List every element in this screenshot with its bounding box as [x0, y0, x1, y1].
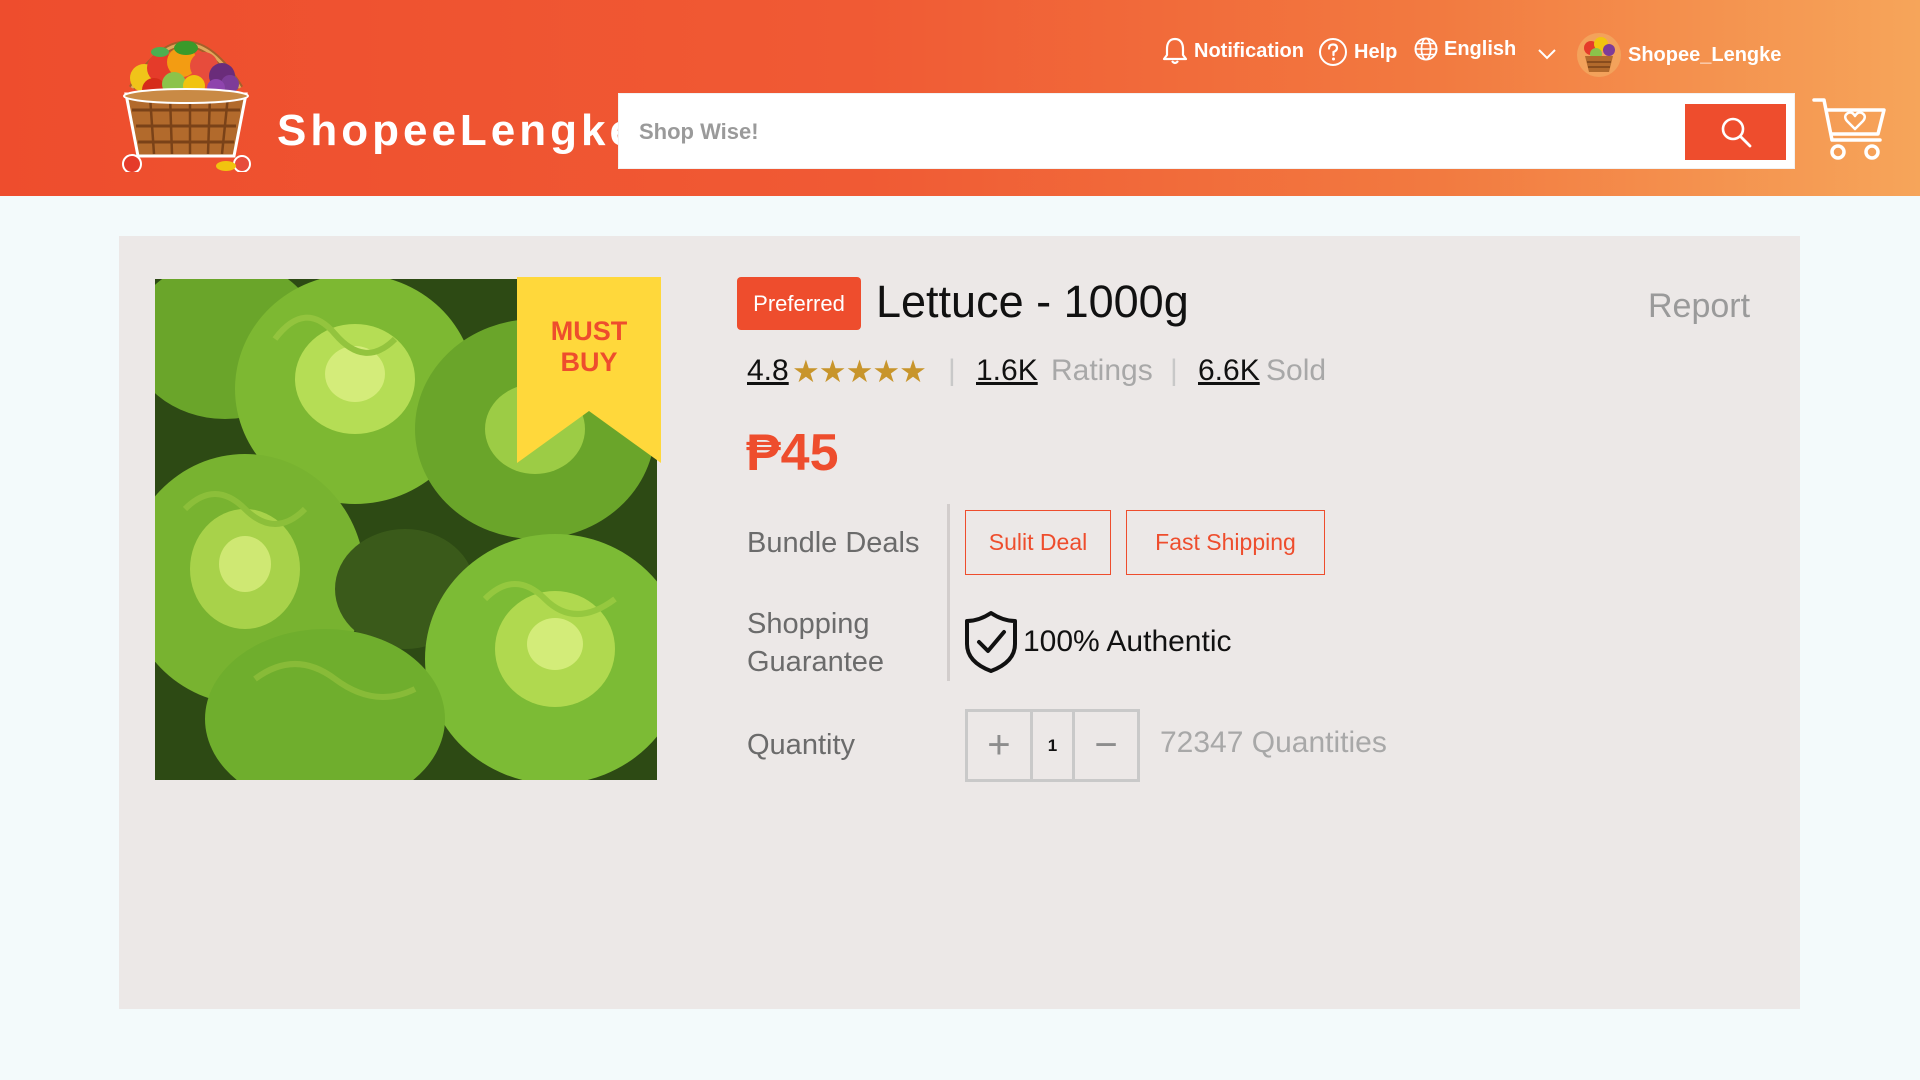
search-input[interactable]	[639, 112, 1659, 152]
help-icon	[1319, 38, 1347, 66]
rating-score[interactable]: 4.8	[747, 354, 789, 388]
shopping-cart-icon[interactable]	[1812, 96, 1888, 164]
shopping-guarantee-label: Shopping Guarantee	[747, 605, 884, 681]
brand-name[interactable]: ShopeeLengke	[277, 106, 638, 156]
quantity-value[interactable]: 1	[1029, 712, 1076, 779]
top-header: ShopeeLengke Notification Help English S…	[0, 0, 1920, 196]
sold-label: Sold	[1266, 354, 1327, 387]
report-link[interactable]: Report	[1648, 287, 1750, 326]
nav-username: Shopee_Lengke	[1628, 43, 1782, 66]
deal-tag-fast-shipping[interactable]: Fast Shipping	[1126, 510, 1325, 575]
quantity-decrease-button[interactable]: −	[1075, 712, 1137, 779]
search-bar	[618, 93, 1795, 169]
avatar	[1577, 33, 1621, 77]
sold-count[interactable]: 6.6K	[1198, 354, 1260, 388]
nav-help[interactable]: Help	[1318, 37, 1397, 67]
shield-check-icon	[965, 611, 1017, 673]
shopping-guarantee-line-2: Guarantee	[747, 646, 885, 678]
bundle-deals-label: Bundle Deals	[747, 527, 920, 559]
must-buy-line-2: BUY	[560, 347, 618, 377]
nav-language-label: English	[1444, 37, 1517, 60]
product-title: Lettuce - 1000g	[876, 276, 1189, 327]
ratings-count[interactable]: 1.6K	[976, 354, 1038, 388]
deal-tag-sulit[interactable]: Sulit Deal	[965, 510, 1111, 575]
guarantee-text: 100% Authentic	[1023, 625, 1232, 658]
search-button[interactable]	[1685, 104, 1786, 160]
must-buy-line-1: MUST	[550, 316, 628, 346]
chevron-down-icon[interactable]	[1537, 48, 1557, 60]
nav-help-label: Help	[1354, 40, 1398, 63]
separator-1: |	[948, 354, 956, 387]
star-rating: ★★★★★	[792, 354, 927, 389]
details-divider	[947, 504, 950, 681]
shopping-guarantee-line-1: Shopping	[747, 608, 870, 640]
bell-icon	[1162, 37, 1188, 65]
nav-notification[interactable]: Notification	[1162, 36, 1304, 66]
must-buy-label: MUST BUY	[517, 316, 661, 378]
stock-quantity: 72347 Quantities	[1160, 726, 1387, 759]
product-price: ₱45	[746, 424, 839, 482]
quantity-stepper: + 1 −	[965, 709, 1140, 782]
quantity-label: Quantity	[747, 729, 855, 761]
fruit-basket-logo[interactable]	[110, 18, 262, 172]
nav-user-profile[interactable]: Shopee_Lengke	[1576, 32, 1781, 78]
nav-language[interactable]: English	[1414, 37, 1516, 61]
quantity-increase-button[interactable]: +	[968, 712, 1030, 779]
globe-icon	[1414, 37, 1438, 61]
preferred-badge: Preferred	[737, 277, 861, 330]
search-icon	[1721, 117, 1751, 148]
nav-notification-label: Notification	[1194, 39, 1304, 62]
separator-2: |	[1170, 354, 1178, 387]
ratings-label: Ratings	[1051, 354, 1153, 387]
